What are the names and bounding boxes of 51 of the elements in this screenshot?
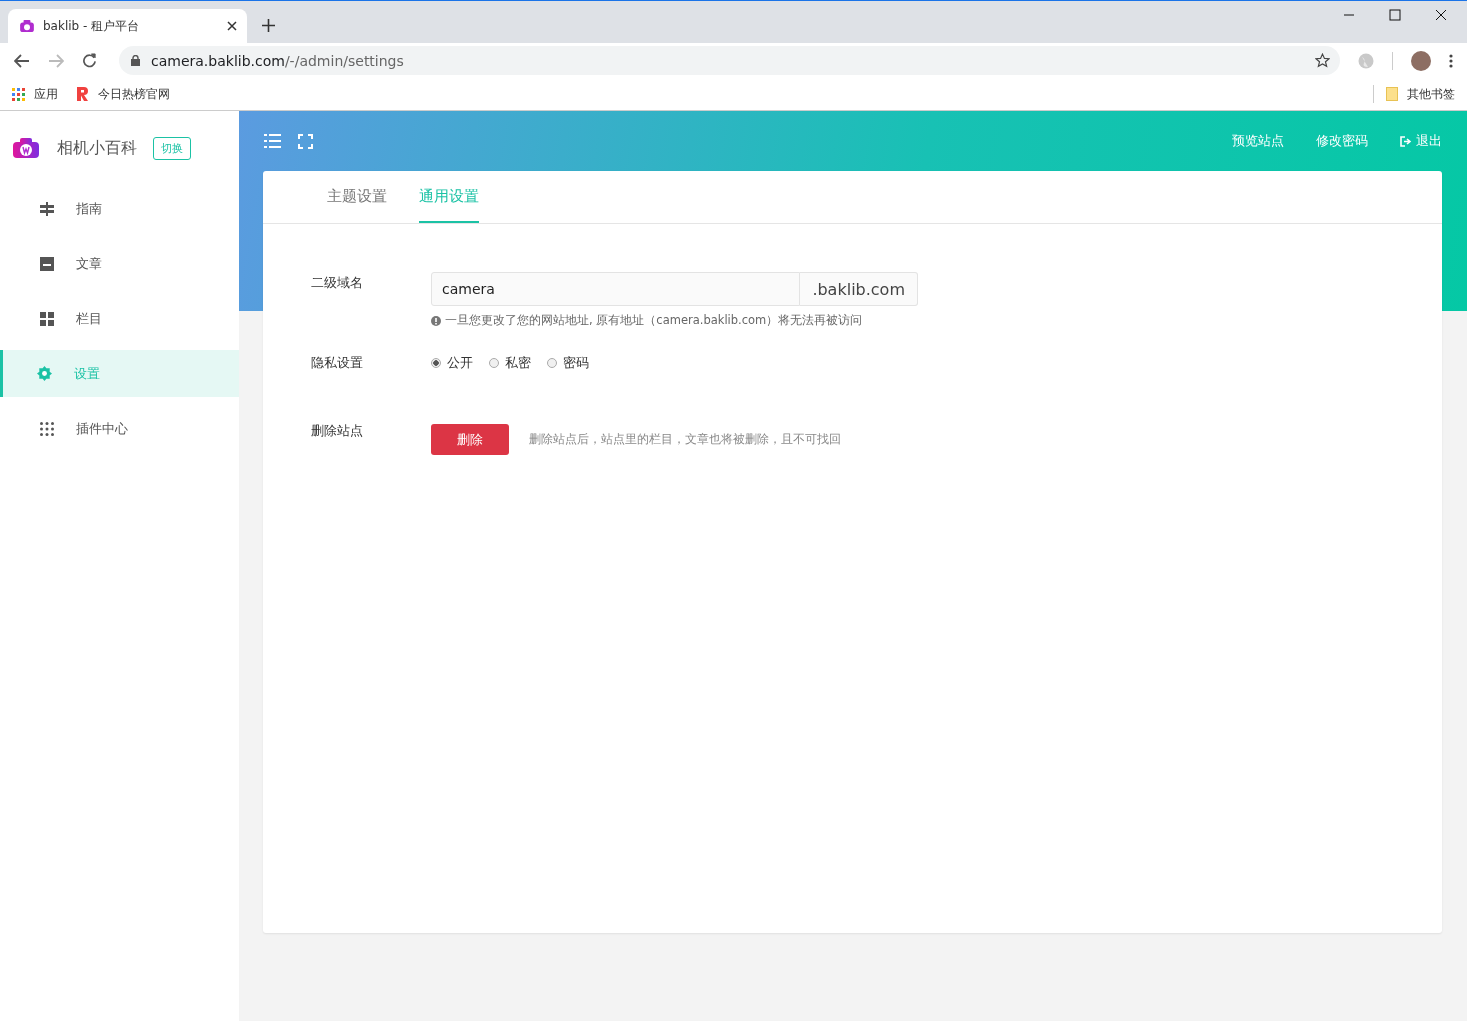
dots-grid-icon xyxy=(40,421,54,436)
domain-suffix: .baklib.com xyxy=(800,272,918,306)
bookmark[interactable]: 应用 xyxy=(12,85,58,103)
hint-text: 一旦您更改了您的网站地址, 原有地址（camera.baklib.com）将无法再被访问 xyxy=(445,313,863,328)
star-icon[interactable] xyxy=(1315,53,1330,68)
radio-option[interactable]: 公开 xyxy=(431,352,473,374)
sidebar-item[interactable]: 文章 xyxy=(0,240,239,287)
more-icon[interactable] xyxy=(1449,53,1453,68)
bookmark-folder[interactable]: 其他书签 xyxy=(1386,85,1455,103)
delete-button[interactable]: 删除 xyxy=(431,424,509,455)
maximize-icon[interactable] xyxy=(1389,9,1401,21)
radio-option[interactable]: 私密 xyxy=(489,352,531,374)
plus-icon[interactable] xyxy=(262,19,275,32)
bookmark[interactable]: 今日热榜官网 xyxy=(76,85,170,103)
list-icon[interactable] xyxy=(264,134,281,148)
signpost-icon xyxy=(40,201,54,216)
field-label: 二级域名 xyxy=(311,274,364,292)
letter-logo-icon xyxy=(76,87,89,101)
sidebar-item[interactable]: 栏目 xyxy=(0,295,239,342)
delete-note: 删除站点后，站点里的栏目，文章也将被删除，且不可找回 xyxy=(529,431,841,448)
camera-icon xyxy=(20,20,34,32)
logout-icon xyxy=(1400,135,1412,147)
field-label: 删除站点 xyxy=(311,422,364,440)
sidebar-item[interactable]: 指南 xyxy=(0,185,239,232)
close-icon[interactable] xyxy=(1435,9,1447,21)
camera-logo-icon xyxy=(13,138,39,158)
close-icon[interactable] xyxy=(227,21,237,31)
document-icon xyxy=(40,256,54,271)
radio-icon[interactable] xyxy=(547,358,557,368)
apps-grid-icon xyxy=(12,87,25,101)
tab-title: baklib - 租户平台 xyxy=(43,17,141,35)
reload-icon[interactable] xyxy=(82,53,97,68)
sidebar-item[interactable]: 插件中心 xyxy=(0,405,239,452)
browser-tab[interactable]: baklib - 租户平台 xyxy=(8,9,247,43)
settings-icon xyxy=(37,366,52,381)
fullscreen-icon[interactable] xyxy=(298,133,313,149)
grid-icon xyxy=(40,311,54,326)
radio-icon[interactable] xyxy=(431,358,441,368)
avatar[interactable] xyxy=(1411,50,1431,71)
back-arrow-icon[interactable] xyxy=(14,53,30,68)
address-bar[interactable]: camera.baklib.com/-/admin/settings xyxy=(119,46,1340,75)
field-label: 隐私设置 xyxy=(311,354,364,372)
url-text: camera.baklib.com/-/admin/settings xyxy=(151,52,405,69)
site-name: 相机小百科 xyxy=(57,137,137,159)
tab[interactable]: 主题设置 xyxy=(327,171,387,223)
domain-input[interactable]: camera xyxy=(431,272,801,306)
radio-option[interactable]: 密码 xyxy=(547,352,589,374)
info-icon xyxy=(431,315,441,326)
folder-icon xyxy=(1386,87,1398,101)
radio-icon[interactable] xyxy=(489,358,499,368)
lock-icon xyxy=(131,55,140,66)
